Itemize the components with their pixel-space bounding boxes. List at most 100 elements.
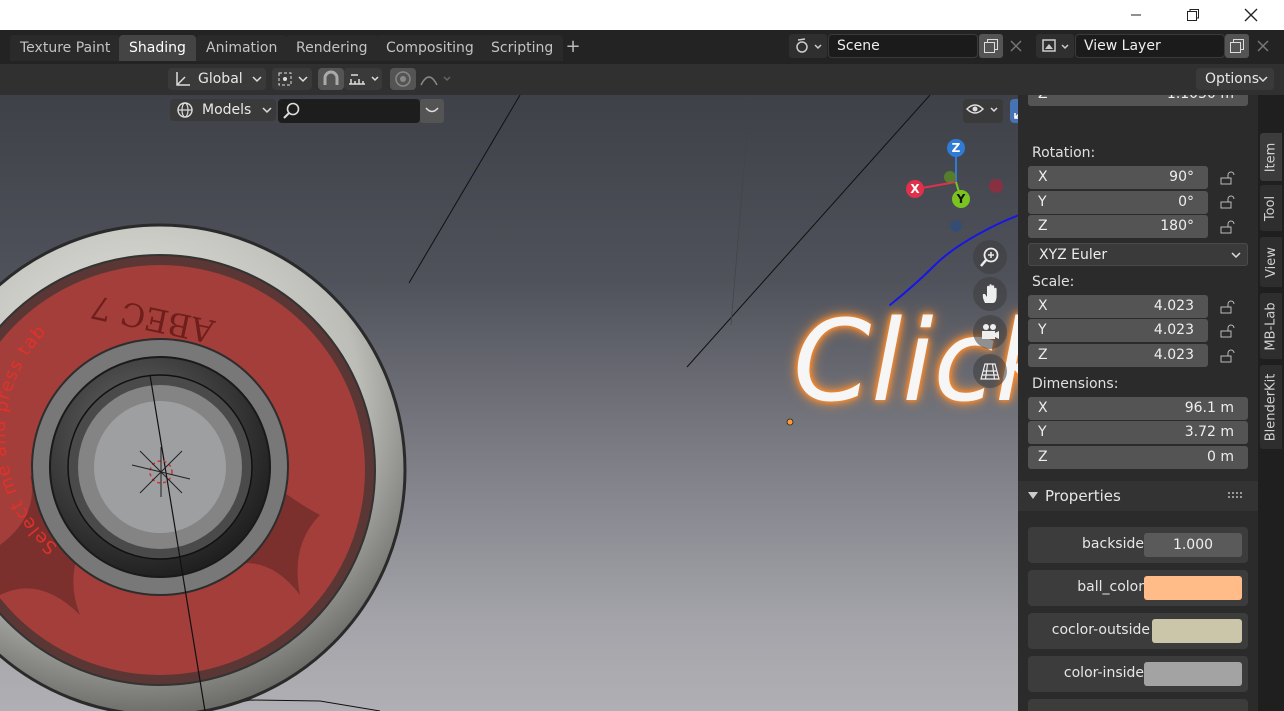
restore-button[interactable] xyxy=(1170,0,1216,30)
pan-button[interactable] xyxy=(973,277,1007,311)
proportional-edit-toggle[interactable] xyxy=(390,68,416,90)
scale-z-value: 4.023 xyxy=(1153,347,1194,363)
tab-label: BlenderKit xyxy=(1263,373,1279,441)
scene-name-field[interactable]: Scene xyxy=(828,34,978,58)
axis-label: X xyxy=(1038,400,1048,416)
property-ball-color: ball_color xyxy=(1028,570,1248,606)
sidebar-tab-view[interactable]: View xyxy=(1260,237,1282,287)
gizmo-y-axis[interactable]: Y xyxy=(952,190,970,208)
perspective-toggle-button[interactable] xyxy=(973,354,1007,388)
view-layer-icon xyxy=(1042,39,1069,52)
delete-scene-button[interactable] xyxy=(1005,34,1027,58)
tab-shading[interactable]: Shading xyxy=(119,35,196,61)
tab-texture-paint[interactable]: Texture Paint xyxy=(10,35,121,61)
sidebar-tab-blenderkit[interactable]: BlenderKit xyxy=(1260,365,1282,449)
scale-y-field[interactable]: Y 4.023 xyxy=(1028,319,1208,342)
lock-icon[interactable] xyxy=(1219,220,1235,234)
sidebar-tab-item[interactable]: Item xyxy=(1260,133,1282,181)
camera-icon xyxy=(982,324,999,339)
rotation-x-field[interactable]: X 90° xyxy=(1028,166,1208,189)
color-inside-swatch[interactable] xyxy=(1144,662,1242,686)
zoom-button[interactable] xyxy=(973,240,1007,274)
gizmo-x-axis[interactable]: X xyxy=(906,180,924,198)
rotation-mode-dropdown[interactable]: XYZ Euler xyxy=(1028,243,1248,266)
new-scene-button[interactable] xyxy=(979,34,1003,58)
options-dropdown[interactable]: Options xyxy=(1196,68,1274,90)
hand-icon xyxy=(982,284,997,303)
lock-icon[interactable] xyxy=(1219,324,1235,338)
snap-increment-icon xyxy=(349,74,379,85)
view-layer-name-field[interactable]: View Layer xyxy=(1075,34,1225,58)
rotation-z-field[interactable]: Z 180° xyxy=(1028,215,1208,238)
properties-title: Properties xyxy=(1045,487,1121,505)
scale-y-value: 4.023 xyxy=(1153,322,1194,338)
3d-viewport[interactable]: Select me and press tab to edit ABEC 7 C… xyxy=(0,95,1018,711)
snap-toggle[interactable] xyxy=(318,68,344,90)
axis-label: X xyxy=(1038,298,1048,314)
chevron-down-icon xyxy=(425,107,439,113)
scale-z-field[interactable]: Z 4.023 xyxy=(1028,344,1208,367)
axis-label: Z xyxy=(1038,95,1048,106)
drag-handle-icon[interactable] xyxy=(1228,492,1244,500)
sidebar-tab-tool[interactable]: Tool xyxy=(1260,185,1282,231)
dimension-x-field[interactable]: X 96.1 m xyxy=(1028,397,1248,420)
collection-dropdown[interactable]: Models xyxy=(170,99,276,121)
tab-animation[interactable]: Animation xyxy=(196,35,288,61)
lock-icon[interactable] xyxy=(1219,171,1235,185)
search-input[interactable] xyxy=(278,99,420,123)
chevron-down-icon xyxy=(262,107,272,114)
close-icon xyxy=(1257,40,1269,52)
rotation-y-field[interactable]: Y 0° xyxy=(1028,191,1208,214)
add-workspace-button[interactable]: + xyxy=(562,36,584,60)
lock-icon[interactable] xyxy=(1219,300,1235,314)
ball-color-swatch[interactable] xyxy=(1144,576,1242,600)
proportional-falloff-dropdown[interactable] xyxy=(416,68,454,90)
dimension-z-value: 0 m xyxy=(1207,449,1234,465)
visibility-dropdown[interactable] xyxy=(963,99,1003,123)
axis-label: Y xyxy=(1038,194,1047,210)
chevron-down-icon xyxy=(252,76,262,83)
snap-target-dropdown[interactable] xyxy=(344,68,382,90)
tab-rendering[interactable]: Rendering xyxy=(286,35,378,61)
close-icon xyxy=(1010,40,1022,52)
tab-scripting[interactable]: Scripting xyxy=(481,35,564,61)
filter-dropdown-button[interactable] xyxy=(420,99,444,123)
lock-icon[interactable] xyxy=(1219,195,1235,209)
tab-compositing[interactable]: Compositing xyxy=(376,35,484,61)
curve-text-object[interactable]: Select me and press tab to edit xyxy=(0,325,360,705)
wire-edge xyxy=(408,95,521,284)
dimension-z-field[interactable]: Z 0 m xyxy=(1028,446,1248,469)
sidebar-tab-mb-lab[interactable]: MB-Lab xyxy=(1260,293,1282,359)
chevron-down-icon xyxy=(1258,76,1268,83)
window-title-bar xyxy=(0,0,1284,30)
dimension-y-field[interactable]: Y 3.72 m xyxy=(1028,421,1248,444)
orientation-label: Global xyxy=(198,71,243,87)
close-button[interactable] xyxy=(1228,0,1274,30)
camera-view-button[interactable] xyxy=(973,315,1007,349)
view-layer-browse-button[interactable] xyxy=(1036,34,1074,58)
scale-x-field[interactable]: X 4.023 xyxy=(1028,295,1208,318)
new-view-layer-button[interactable] xyxy=(1225,34,1249,58)
globe-icon xyxy=(177,102,193,118)
rotation-z-value: 180° xyxy=(1160,218,1194,234)
location-z-field[interactable]: Z 1.1050 m xyxy=(1028,95,1248,106)
chevron-down-icon xyxy=(1231,252,1241,259)
rotation-y-value: 0° xyxy=(1178,194,1194,210)
lock-icon[interactable] xyxy=(1219,349,1235,363)
minimize-button[interactable] xyxy=(1113,0,1159,30)
close-icon xyxy=(1244,8,1258,22)
pivot-point-dropdown[interactable] xyxy=(272,68,312,90)
axis-label: Z xyxy=(1038,218,1048,234)
axis-label: Y xyxy=(1038,322,1047,338)
coclor-outside-swatch[interactable] xyxy=(1152,619,1242,643)
properties-panel-header[interactable]: Properties xyxy=(1018,481,1258,511)
tab-label: Item xyxy=(1263,142,1279,172)
backside-value-field[interactable]: 1.000 xyxy=(1144,533,1242,557)
gizmo-z-axis[interactable]: Z xyxy=(947,139,965,157)
dimension-x-value: 96.1 m xyxy=(1184,400,1234,416)
minimize-icon xyxy=(1131,14,1141,16)
axis-label: Z xyxy=(1038,449,1048,465)
scene-browse-button[interactable] xyxy=(789,34,827,58)
delete-view-layer-button[interactable] xyxy=(1252,34,1274,58)
transform-orientation-dropdown[interactable]: Global xyxy=(168,68,266,90)
